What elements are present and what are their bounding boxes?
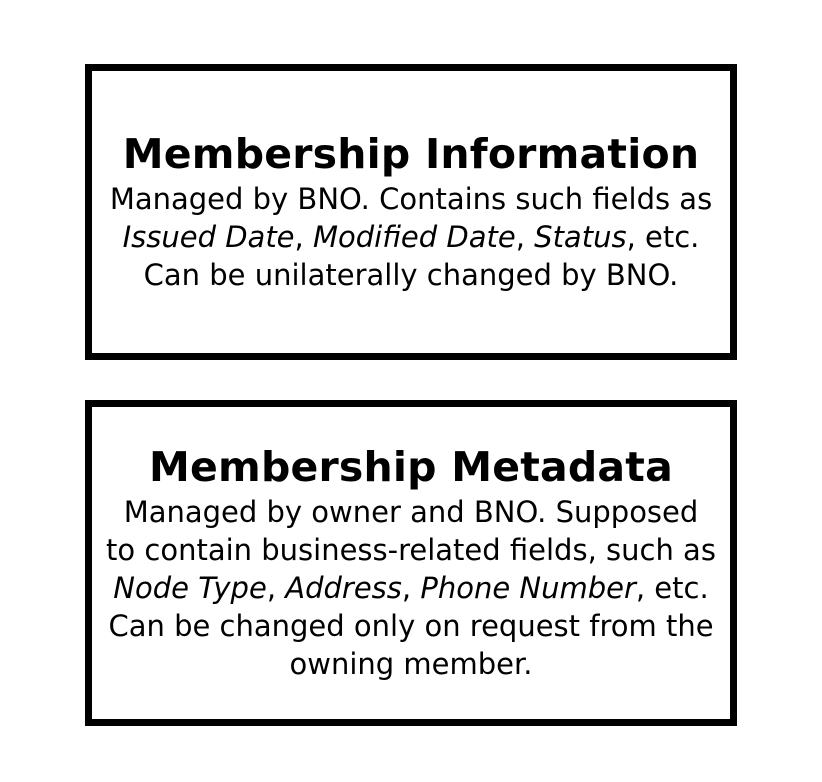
membership-metadata-title: Membership Metadata xyxy=(149,443,673,491)
membership-metadata-description: Managed by owner and BNO. Supposed to co… xyxy=(106,493,716,683)
field-name-node-type: Node Type xyxy=(113,571,267,605)
membership-information-box: Membership Information Managed by BNO. C… xyxy=(85,64,737,360)
description-text: Managed by BNO. Contains such fields as xyxy=(109,182,713,216)
membership-information-description: Managed by BNO. Contains such fields as … xyxy=(106,180,716,294)
field-separator: , xyxy=(294,220,313,254)
field-name-phone-number: Phone Number xyxy=(420,571,636,605)
field-separator: , xyxy=(401,571,421,605)
field-name-issued-date: Issued Date xyxy=(122,220,295,254)
field-name-status: Status xyxy=(534,220,627,254)
membership-information-title: Membership Information xyxy=(122,130,700,178)
field-separator: , xyxy=(515,220,535,254)
description-text: Managed by owner and BNO. Supposed to co… xyxy=(106,495,716,567)
field-separator: , xyxy=(266,571,286,605)
field-name-address: Address xyxy=(285,571,402,605)
membership-metadata-box: Membership Metadata Managed by owner and… xyxy=(85,400,737,726)
field-name-modified-date: Modified Date xyxy=(312,220,516,254)
